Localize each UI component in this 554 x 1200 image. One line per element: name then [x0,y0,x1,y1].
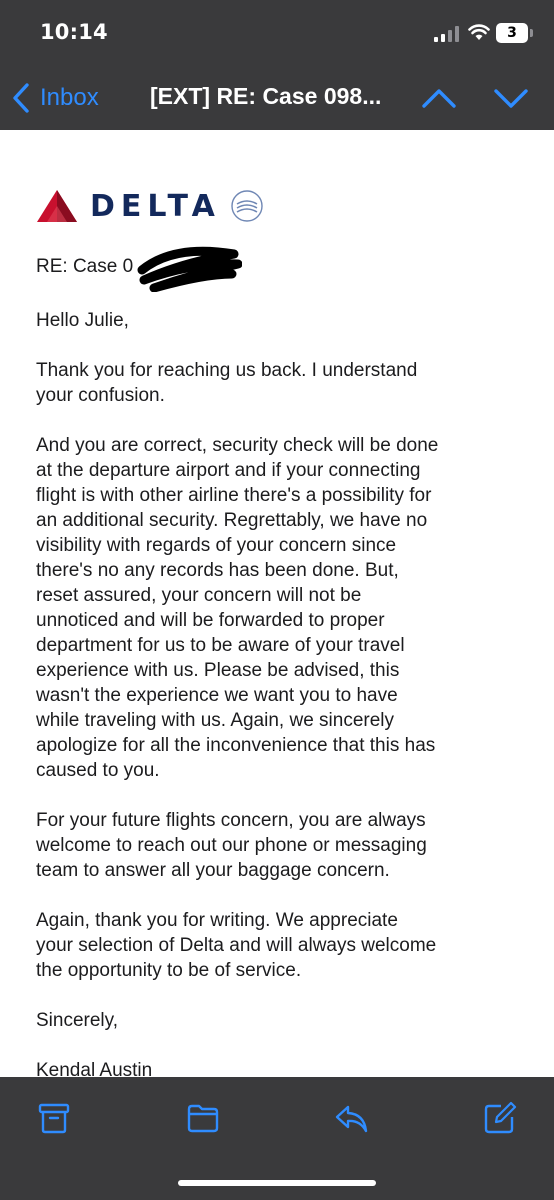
redaction-scribble [137,246,242,292]
body-paragraph: Thank you for reaching us back. I unders… [36,360,418,406]
email-subject-title: [EXT] RE: Case 098... [150,83,382,109]
battery-level: 3 [496,23,528,43]
body-paragraph: And you are correct, security check will… [36,435,439,781]
skyteam-logo-icon [231,190,263,222]
delta-wordmark: DELTA [90,188,221,224]
chevron-left-icon [13,83,29,113]
battery-tip [530,29,533,37]
email-body: Hello Julie, Thank you for reaching us b… [36,308,526,1108]
chevron-up-icon[interactable] [420,84,458,112]
reply-icon[interactable] [334,1101,368,1135]
compose-icon[interactable] [483,1101,517,1135]
case-reference: RE: Case 0 [36,256,134,277]
header: 10:14 3 Inbox [EXT] RE: Case 098... [0,0,554,130]
folder-icon[interactable] [186,1101,220,1135]
body-paragraph: For your future flights concern, you are… [36,810,427,881]
home-indicator[interactable] [178,1180,376,1186]
delta-widget-icon [37,190,77,222]
status-time: 10:14 [40,20,108,44]
cellular-signal-icon [434,26,459,42]
chevron-down-icon[interactable] [492,84,530,112]
body-paragraph: Again, thank you for writing. We appreci… [36,910,437,981]
archive-icon[interactable] [37,1101,71,1135]
wifi-icon [468,24,490,40]
greeting: Hello Julie, [36,310,129,331]
sign-off: Sincerely, [36,1010,119,1031]
back-label: Inbox [40,84,99,111]
back-button[interactable]: Inbox [10,80,99,116]
battery-icon: 3 [496,23,534,43]
delta-logo: DELTA [36,186,265,226]
